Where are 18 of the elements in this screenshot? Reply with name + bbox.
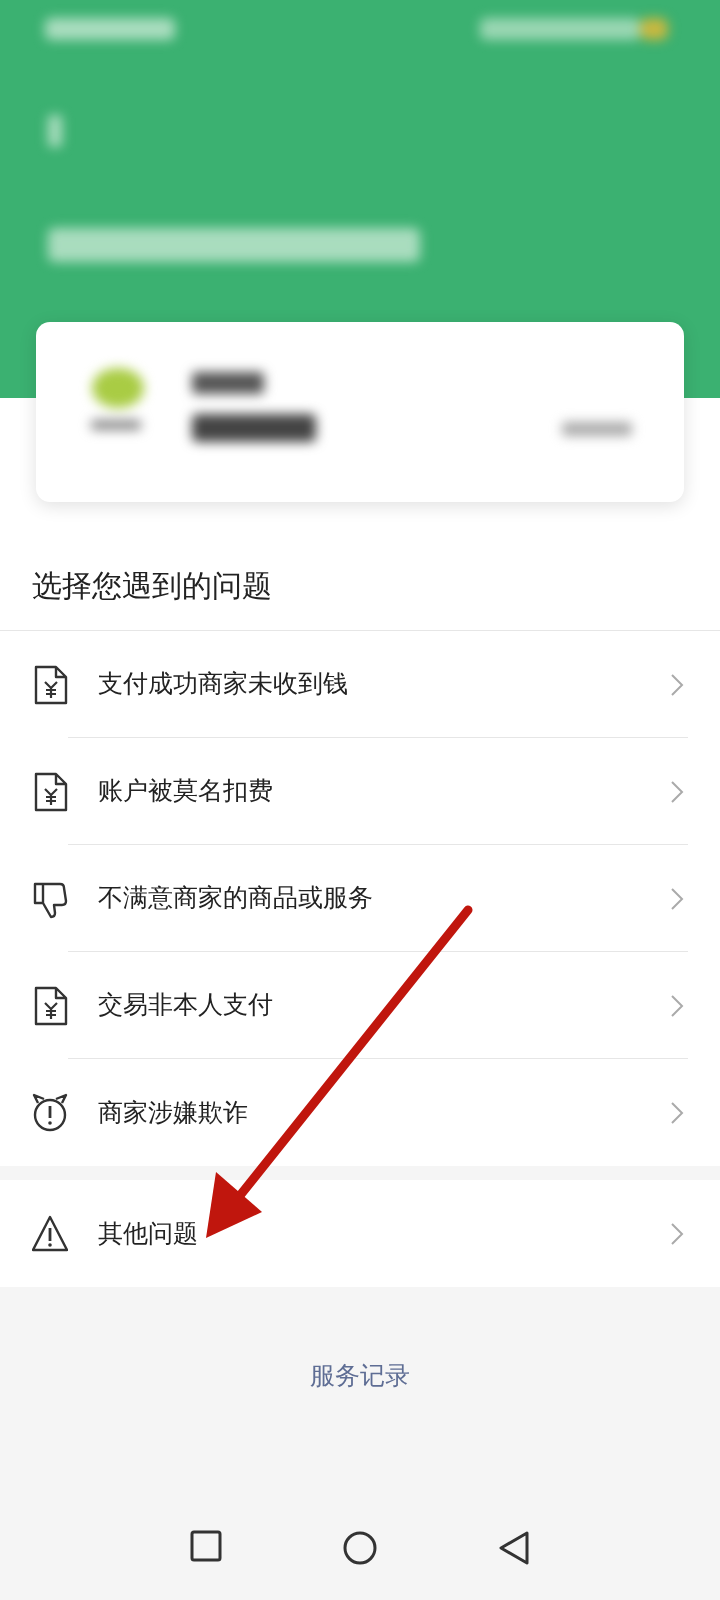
alarm-clock-icon: [32, 1092, 68, 1133]
chevron-right-icon: [670, 993, 684, 1018]
problem-item[interactable]: 其他问题: [0, 1180, 720, 1287]
chevron-right-icon: [670, 779, 684, 804]
chevron-right-icon: [670, 1221, 684, 1246]
blurred-merchant-name: [192, 372, 264, 394]
yuan-document-icon: [32, 664, 68, 705]
chevron-right-icon: [670, 672, 684, 697]
yuan-document-icon: [32, 771, 68, 812]
recent-apps-button[interactable]: [190, 1530, 222, 1562]
yuan-document-icon: [32, 985, 68, 1026]
home-button[interactable]: [342, 1530, 378, 1566]
chevron-right-icon: [670, 886, 684, 911]
warning-icon: [32, 1213, 68, 1254]
blurred-logo-icon: [91, 368, 144, 430]
service-record-link[interactable]: 服务记录: [310, 1361, 410, 1390]
back-button[interactable]: [498, 1530, 530, 1566]
chevron-right-icon: [670, 1100, 684, 1125]
